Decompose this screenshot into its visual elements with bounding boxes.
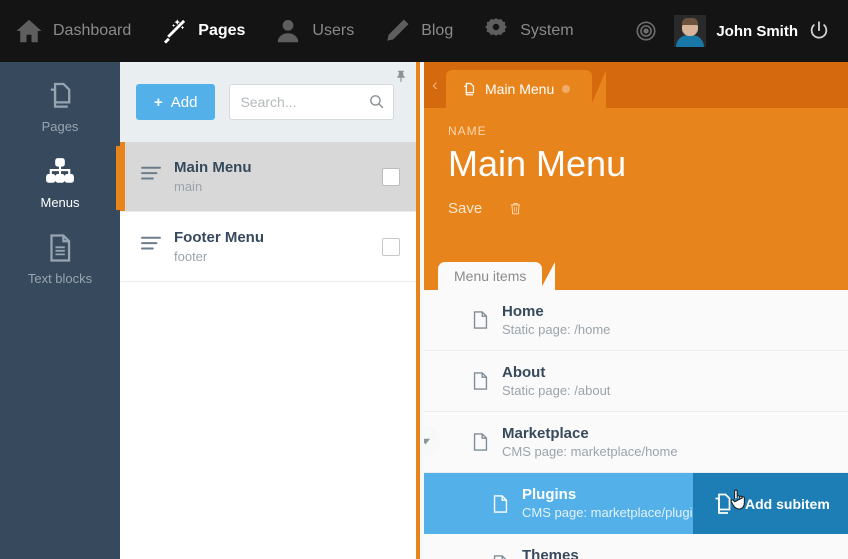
menu-item-themes[interactable]: Themes CMS page: marketplace/themes — [424, 534, 848, 559]
page-title: Main Menu — [448, 143, 627, 184]
pages-icon — [43, 79, 77, 113]
file-icon — [492, 553, 522, 559]
menu-items-list: Home Static page: /home About Static pag… — [424, 290, 848, 559]
gear-icon — [481, 16, 511, 46]
menu-item-text: Home Static page: /home — [502, 302, 848, 339]
back-chevron-icon[interactable]: ‹ — [424, 62, 446, 108]
nav-label-dashboard: Dashboard — [53, 22, 132, 39]
detail-actions: Save — [448, 200, 824, 217]
menu-item-marketplace[interactable]: Marketplace CMS page: marketplace/home — [424, 412, 848, 473]
menu-item-title: Home — [502, 302, 544, 320]
menu-list-item-text: Footer Menu footer — [174, 228, 382, 266]
menu-item-subtitle: CMS page: marketplace/plugin — [522, 505, 700, 520]
plus-icon: + — [154, 93, 163, 111]
pin-icon[interactable] — [394, 68, 408, 89]
avatar[interactable] — [674, 15, 707, 47]
sidebar-item-menus[interactable]: Menus — [0, 138, 120, 214]
menu-list-item-checkbox[interactable] — [382, 237, 400, 256]
menu-item-text: Marketplace CMS page: marketplace/home — [502, 424, 848, 461]
menu-item-subtitle: Static page: /about — [502, 382, 611, 398]
pencil-icon — [382, 16, 412, 46]
pages-icon — [460, 81, 477, 98]
tab-main-menu[interactable]: Main Menu — [446, 70, 607, 108]
menu-list-item-checkbox[interactable] — [382, 167, 400, 186]
search-wrapper — [229, 84, 395, 120]
menu-item-subtitle: Static page: /home — [502, 321, 611, 337]
add-button-label: Add — [170, 93, 198, 111]
home-icon — [14, 16, 44, 46]
sub-tab-strip: Menu items — [424, 262, 848, 290]
file-icon — [472, 431, 502, 453]
left-sidebar: Pages Menus Text blocks — [0, 62, 120, 559]
tab-label: Main Menu — [485, 81, 555, 97]
add-subitem-label: Add subitem — [745, 495, 830, 512]
menu-item-title: Themes — [522, 546, 579, 559]
document-icon — [43, 231, 77, 265]
top-navigation-bar: Dashboard Pages Users Blog System John S… — [0, 0, 848, 62]
add-subitem-button[interactable]: Add subitem — [693, 473, 848, 534]
menu-list-item-subtitle: main — [174, 178, 203, 194]
nav-item-blog[interactable]: Blog — [368, 0, 467, 62]
sidebar-label-text-blocks: Text blocks — [27, 270, 93, 286]
list-lines-icon — [140, 165, 174, 188]
power-icon[interactable] — [798, 20, 840, 42]
sidebar-label-menus: Menus — [40, 194, 80, 210]
search-input[interactable] — [229, 84, 395, 120]
save-button[interactable]: Save — [448, 200, 482, 217]
tab-strip: ‹ Main Menu — [424, 62, 848, 108]
chevron-down-icon[interactable] — [424, 426, 440, 456]
user-icon — [273, 16, 303, 46]
magic-wand-icon — [159, 16, 189, 46]
menu-list-item-text: Main Menu main — [174, 158, 382, 196]
sitemap-icon — [43, 155, 77, 189]
nav-item-pages[interactable]: Pages — [145, 0, 259, 62]
list-lines-icon — [140, 235, 174, 258]
menu-item-subtitle: CMS page: marketplace/home — [502, 443, 678, 459]
file-icon — [472, 370, 502, 392]
sidebar-label-pages: Pages — [41, 118, 79, 134]
detail-header: NAME Main Menu Save — [424, 108, 848, 262]
unsaved-dot-badge — [562, 85, 571, 93]
menu-item-text: About Static page: /about — [502, 363, 848, 400]
menu-list-item-subtitle: footer — [174, 248, 208, 264]
menu-list-item-main[interactable]: Main Menu main — [120, 142, 416, 212]
nav-item-dashboard[interactable]: Dashboard — [0, 0, 145, 62]
trash-icon[interactable] — [508, 200, 523, 217]
list-toolbar: + Add — [120, 62, 416, 142]
sidebar-item-pages[interactable]: Pages — [0, 62, 120, 138]
target-icon[interactable] — [626, 20, 666, 42]
sidebar-item-text-blocks[interactable]: Text blocks — [0, 214, 120, 290]
copy-pages-icon — [711, 492, 733, 516]
tab-menu-items-label: Menu items — [454, 268, 527, 284]
nav-label-pages: Pages — [198, 22, 246, 39]
nav-label-system: System — [520, 22, 574, 39]
menu-list-item-footer[interactable]: Footer Menu footer — [120, 212, 416, 282]
menu-item-home[interactable]: Home Static page: /home — [424, 290, 848, 351]
menu-list-item-title: Main Menu — [174, 158, 252, 176]
name-field-label: NAME — [448, 124, 487, 138]
detail-pane: ‹ Main Menu NAME Main Menu Save Menu ite… — [424, 62, 848, 559]
file-icon — [472, 309, 502, 331]
file-icon — [492, 493, 522, 515]
admin-app: Dashboard Pages Users Blog System John S… — [0, 0, 848, 559]
topbar-right-cluster: John Smith — [626, 0, 848, 62]
menu-item-title: Plugins — [522, 486, 577, 503]
add-button[interactable]: + Add — [136, 84, 216, 120]
nav-item-users[interactable]: Users — [259, 0, 368, 62]
menu-item-title: Marketplace — [502, 424, 589, 442]
tab-menu-items[interactable]: Menu items — [438, 262, 556, 290]
menu-item-text: Themes CMS page: marketplace/themes — [522, 546, 848, 559]
nav-item-system[interactable]: System — [467, 0, 587, 62]
menu-list-item-title: Footer Menu — [174, 228, 264, 246]
nav-label-users: Users — [312, 22, 355, 39]
user-name[interactable]: John Smith — [716, 23, 798, 40]
nav-label-blog: Blog — [421, 22, 454, 39]
menu-item-plugins[interactable]: Plugins CMS page: marketplace/plugin Add… — [424, 473, 848, 534]
menu-list-panel: + Add Main Menu main — [120, 62, 420, 559]
menu-item-about[interactable]: About Static page: /about — [424, 351, 848, 412]
menu-item-title: About — [502, 363, 546, 381]
